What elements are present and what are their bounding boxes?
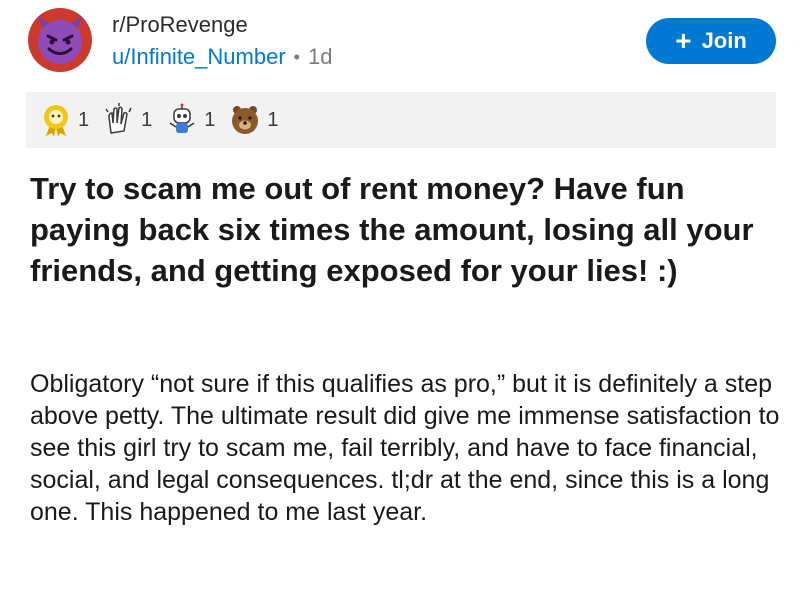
gold-award-icon xyxy=(44,105,68,137)
join-button[interactable]: + Join xyxy=(646,18,776,64)
post-body: Obligatory “not sure if this qualifies a… xyxy=(30,370,780,526)
devil-smiley-icon xyxy=(38,16,82,64)
award-clapping[interactable]: 1 xyxy=(103,103,152,137)
award-gold[interactable]: 1 xyxy=(40,103,89,137)
award-count: 1 xyxy=(78,108,90,131)
awards-bar[interactable]: 1 1 1 1 xyxy=(26,92,776,148)
award-count: 1 xyxy=(267,108,279,131)
robot-award-icon xyxy=(169,103,195,133)
award-count: 1 xyxy=(141,108,153,131)
award-count: 1 xyxy=(204,108,216,131)
community-avatar[interactable] xyxy=(28,8,92,72)
bear-award-icon xyxy=(232,106,259,134)
community-name[interactable]: r/ProRevenge xyxy=(112,12,248,38)
post-meta: u/Infinite_Number • 1d xyxy=(112,44,332,70)
author-link[interactable]: u/Infinite_Number xyxy=(112,44,286,70)
post-title[interactable]: Try to scam me out of rent money? Have f… xyxy=(30,168,780,291)
post-age: 1d xyxy=(307,44,333,69)
award-bear[interactable]: 1 xyxy=(229,103,279,137)
meta-separator: • xyxy=(293,46,300,67)
post-header: r/ProRevenge u/Infinite_Number • 1d + Jo… xyxy=(0,0,800,90)
award-robot[interactable]: 1 xyxy=(166,103,215,137)
plus-icon: + xyxy=(675,25,692,56)
clapping-hands-award-icon xyxy=(105,103,132,134)
join-label: Join xyxy=(701,28,747,53)
